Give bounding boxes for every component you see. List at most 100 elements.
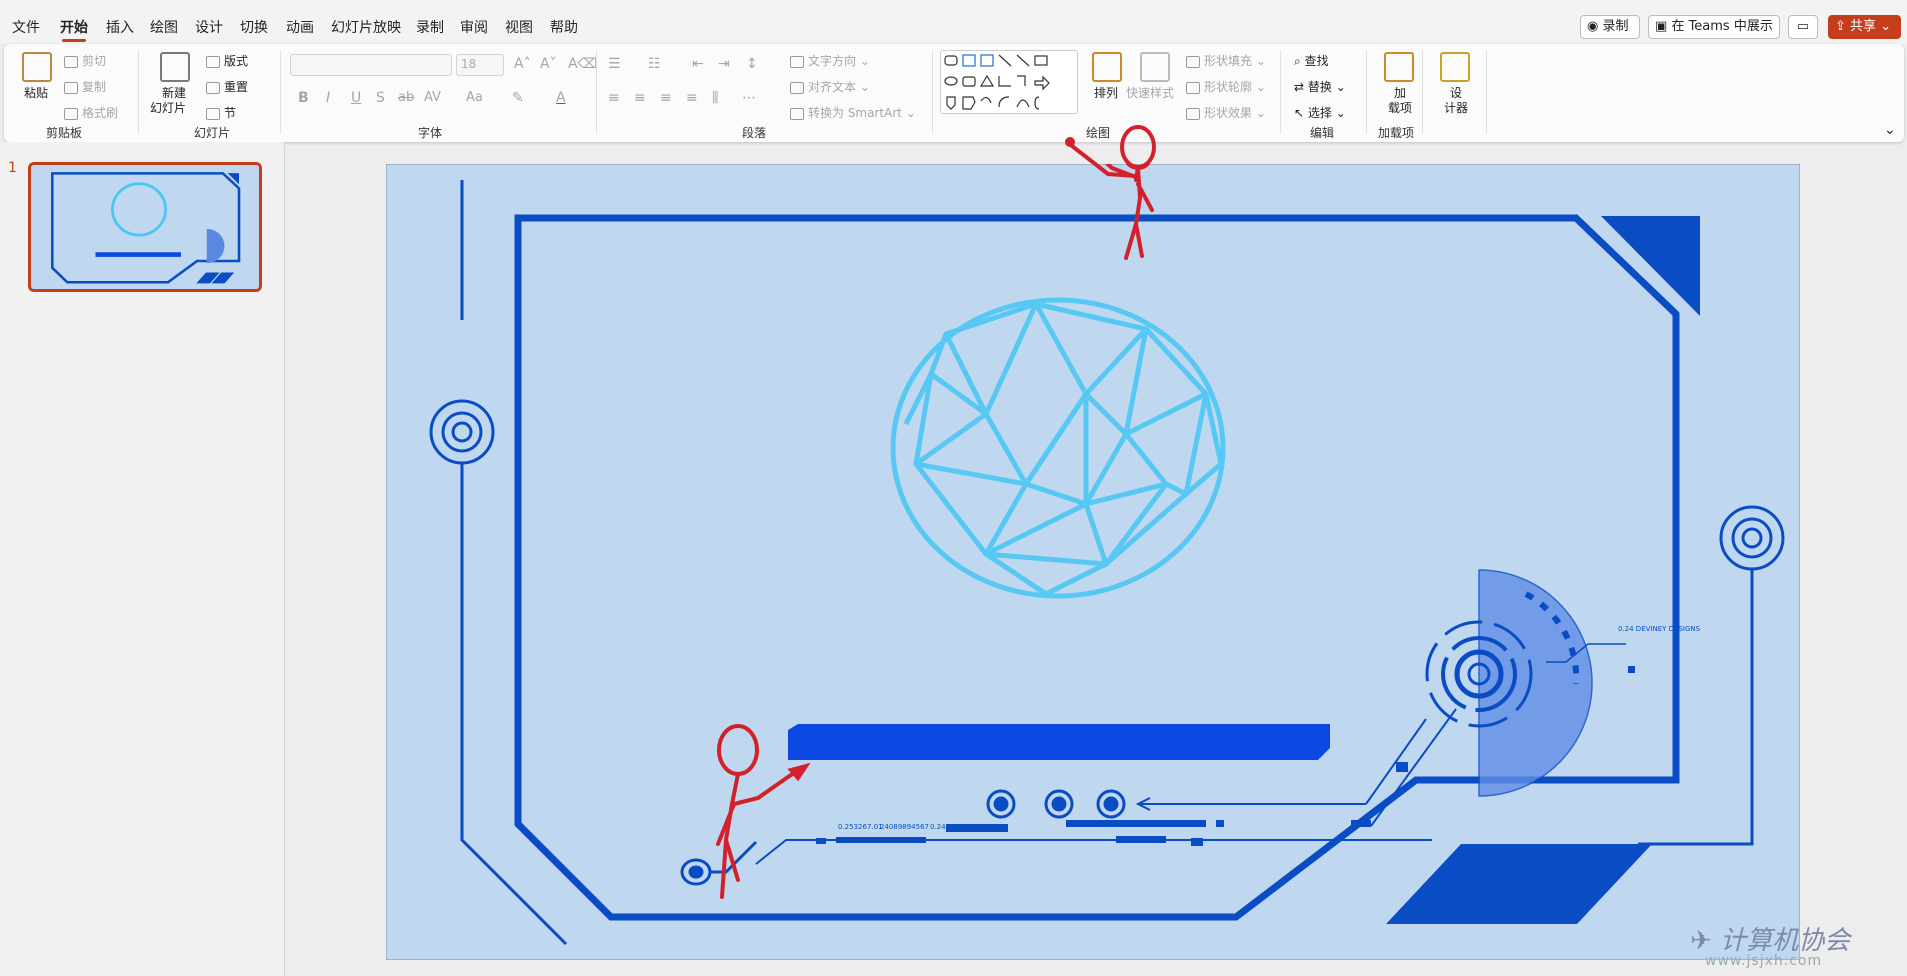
shape-effects-label: 形状效果 [1204, 106, 1253, 120]
tab-animations[interactable]: 动画 [286, 17, 314, 37]
cut-button[interactable]: 剪切 [64, 52, 106, 69]
shadow-button[interactable]: S [376, 90, 385, 106]
format-painter-button[interactable]: 格式刷 [64, 104, 118, 121]
new-slide-icon [160, 52, 190, 82]
teams-label: 在 Teams 中展示 [1671, 19, 1773, 34]
watermark-logo: ✈ 计算机协会 [1690, 920, 1850, 957]
paste-label: 粘贴 [24, 86, 49, 100]
tab-help[interactable]: 帮助 [550, 17, 578, 37]
layout-button[interactable]: 版式 [206, 52, 248, 69]
columns-icon[interactable]: ⫼ [712, 90, 718, 106]
align-left-icon[interactable]: ≡ [608, 90, 620, 106]
replace-button[interactable]: ⇄ 替换 ⌄ [1294, 78, 1346, 95]
data-text-3: 0.24 [930, 823, 946, 831]
shape-effects-button[interactable]: 形状效果 ⌄ [1186, 104, 1266, 121]
align-text-button[interactable]: 对齐文本 ⌄ [790, 78, 870, 95]
underline-button[interactable]: U [351, 90, 361, 106]
tab-transitions[interactable]: 切换 [240, 17, 268, 37]
record-button[interactable]: ◉ 录制 [1580, 15, 1640, 39]
group-font: 字体 [418, 126, 443, 140]
find-button[interactable]: ⌕ 查找 [1294, 52, 1329, 69]
align-right-icon[interactable]: ≡ [660, 90, 672, 106]
layout-label: 版式 [224, 54, 249, 68]
text-direction-label: 文字方向 [808, 54, 857, 68]
shape-outline-label: 形状轮廓 [1204, 80, 1253, 94]
decrease-indent-icon[interactable]: ⇤ [692, 56, 704, 72]
shape-fill-button[interactable]: 形状填充 ⌄ [1186, 52, 1266, 69]
strikethrough-button[interactable]: ab [398, 90, 414, 105]
find-label: 查找 [1304, 54, 1329, 68]
paste-icon [22, 52, 52, 82]
tab-home[interactable]: 开始 [60, 17, 88, 42]
convert-smartart-button[interactable]: 转换为 SmartArt ⌄ [790, 104, 916, 121]
group-slides: 幻灯片 [194, 126, 231, 140]
brush-icon [64, 107, 78, 120]
font-size-input[interactable]: 18 [456, 54, 504, 76]
new-slide-label-2: 幻灯片 [150, 101, 187, 115]
magnifier-icon: ⌕ [1294, 54, 1305, 68]
numbering-icon[interactable]: ☷ [648, 56, 661, 72]
align-center-icon[interactable]: ≡ [634, 90, 646, 106]
clear-format-icon[interactable]: A⌫ [568, 56, 597, 72]
paragraph-more-icon[interactable]: ⋯ [742, 90, 756, 106]
copy-label: 复制 [82, 80, 107, 94]
font-color-button[interactable]: A [556, 90, 566, 106]
tab-review[interactable]: 审阅 [460, 17, 488, 37]
slide-thumbnail[interactable] [28, 162, 262, 292]
tab-record[interactable]: 录制 [416, 17, 444, 37]
decrease-font-icon[interactable]: A˅ [540, 56, 557, 72]
effects-icon [1186, 107, 1200, 120]
bold-button[interactable]: B [298, 90, 309, 106]
share-button[interactable]: ⇪ 共享 ⌄ [1828, 15, 1901, 39]
cursor-icon: ↖ [1294, 106, 1308, 120]
slide-number: 1 [8, 160, 17, 176]
divider [1422, 50, 1423, 134]
layout-icon [206, 55, 220, 68]
section-label: 节 [224, 106, 237, 120]
replace-label: 替换 [1307, 80, 1332, 94]
slide-canvas[interactable]: 0.253267.01 24089894567 0.24 0.24 DEVINE… [385, 126, 1801, 961]
addins-label-2: 载项 [1388, 101, 1413, 115]
select-button[interactable]: ↖ 选择 ⌄ [1294, 104, 1346, 121]
justify-icon[interactable]: ≡ [686, 90, 698, 106]
increase-indent-icon[interactable]: ⇥ [718, 56, 730, 72]
section-button[interactable]: 节 [206, 104, 236, 121]
copy-button[interactable]: 复制 [64, 78, 106, 95]
cut-label: 剪切 [82, 54, 107, 68]
group-clipboard: 剪贴板 [46, 126, 83, 140]
highlight-icon[interactable]: ✎ [512, 90, 524, 106]
section-icon [206, 107, 220, 120]
tab-insert[interactable]: 插入 [106, 17, 134, 37]
share-icon: ⇪ [1835, 19, 1846, 34]
change-case-button[interactable]: Aa [466, 90, 483, 105]
bullets-icon[interactable]: ☰ [608, 56, 621, 72]
line-spacing-icon[interactable]: ↕ [746, 56, 758, 72]
smartart-icon [790, 107, 804, 120]
comments-button[interactable]: ▭ [1788, 15, 1818, 39]
designer-label-2: 计器 [1444, 101, 1469, 115]
copy-icon [64, 81, 78, 94]
present-in-teams-button[interactable]: ▣ 在 Teams 中展示 [1648, 15, 1780, 39]
shape-fill-label: 形状填充 [1204, 54, 1253, 68]
watermark-plane-icon: ✈ [1690, 926, 1712, 956]
pen-icon [1186, 81, 1200, 94]
tab-file[interactable]: 文件 [12, 17, 40, 37]
shape-outline-button[interactable]: 形状轮廓 ⌄ [1186, 78, 1266, 95]
tab-view[interactable]: 视图 [505, 17, 533, 37]
divider [280, 50, 281, 134]
ribbon: 粘贴 剪切 复制 格式刷 剪贴板 新建 幻灯片 版式 重置 节 幻灯片 18 A… [4, 44, 1904, 142]
tab-draw[interactable]: 绘图 [150, 17, 178, 37]
tab-slideshow[interactable]: 幻灯片放映 [331, 17, 401, 37]
tab-design[interactable]: 设计 [195, 17, 223, 37]
italic-button[interactable]: I [326, 90, 330, 106]
group-editing: 编辑 [1310, 126, 1335, 140]
shapes-gallery[interactable] [940, 50, 1078, 114]
group-addins: 加载项 [1378, 126, 1415, 140]
collapse-ribbon-icon[interactable]: ⌄ [1884, 122, 1896, 138]
char-spacing-button[interactable]: AV [424, 90, 441, 105]
increase-font-icon[interactable]: A˄ [514, 56, 531, 72]
reset-button[interactable]: 重置 [206, 78, 248, 95]
font-name-input[interactable] [290, 54, 452, 76]
reset-icon [206, 81, 220, 94]
text-direction-button[interactable]: 文字方向 ⌄ [790, 52, 870, 69]
